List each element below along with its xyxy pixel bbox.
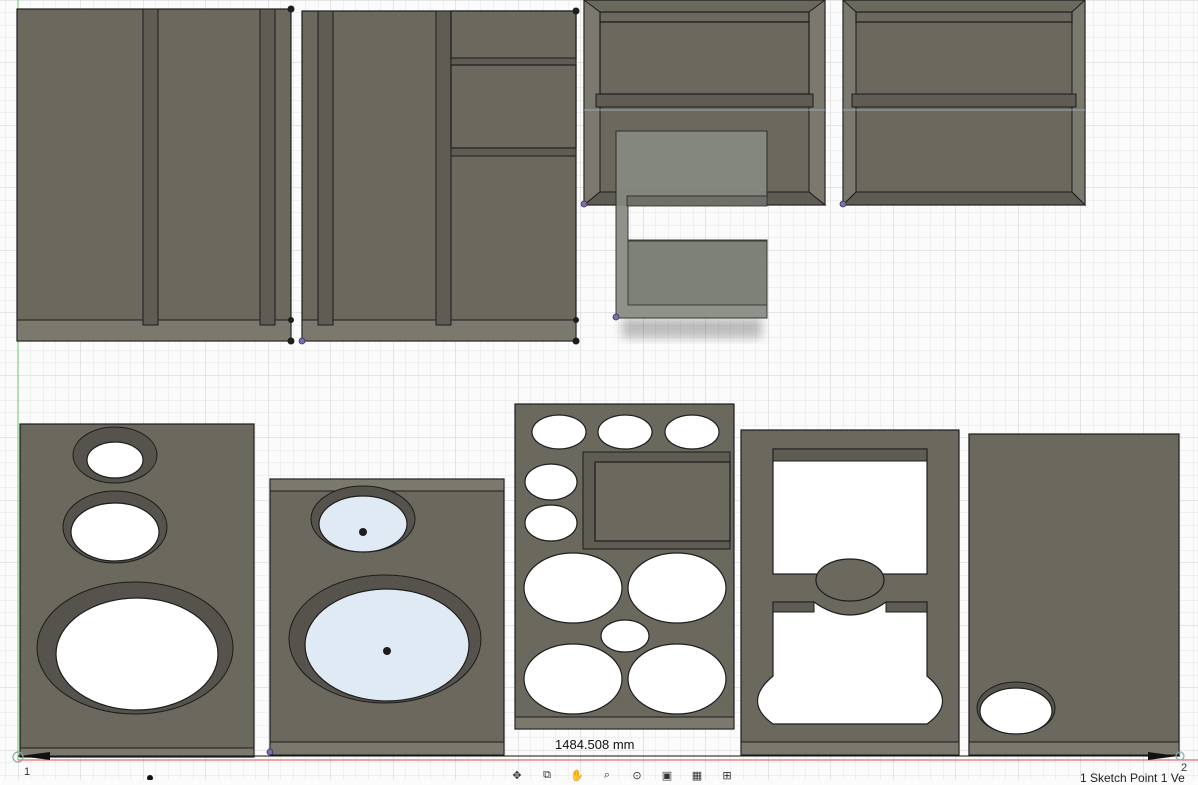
pan-icon[interactable]: ✋ (565, 769, 589, 782)
sketch-point[interactable] (612, 313, 620, 321)
part-front-baffle-3-hole[interactable] (19, 423, 255, 758)
display-settings-icon[interactable]: ▣ (655, 769, 679, 782)
part-back-panel-port[interactable] (968, 433, 1180, 756)
sketch-point[interactable] (573, 317, 579, 323)
sketch-point[interactable] (287, 5, 295, 13)
orbit-icon[interactable]: ✥ (505, 769, 529, 782)
sketch-point[interactable] (298, 337, 306, 345)
selection-status-text: 1 Sketch Point 1 Ve (1080, 771, 1185, 785)
part-shelf-box-right[interactable] (841, 0, 1087, 207)
part-back-panel-left[interactable] (16, 8, 292, 342)
part-hole-template-panel[interactable] (514, 403, 735, 730)
sketch-point[interactable] (266, 748, 274, 756)
axis-point-label-left: 1 (24, 766, 31, 778)
viewports-icon[interactable]: ⊞ (715, 769, 739, 782)
sketch-point[interactable] (288, 317, 294, 323)
dimension-value-label[interactable]: 1484.508 mm (555, 737, 635, 752)
fit-icon[interactable]: ⊙ (625, 769, 649, 782)
grid-settings-icon[interactable]: ▦ (685, 769, 709, 782)
sketch-point[interactable] (572, 7, 580, 15)
sketch-point[interactable] (580, 200, 588, 208)
look-at-icon[interactable]: ⧉ (535, 768, 559, 781)
zoom-icon[interactable]: ⌕ (595, 768, 619, 781)
sketch-point[interactable] (572, 337, 580, 345)
sketch-point[interactable] (839, 200, 847, 208)
part-side-panel-compartments[interactable] (301, 10, 577, 342)
part-front-baffle-selected[interactable] (269, 478, 505, 756)
sketch-point[interactable] (287, 337, 295, 345)
canvas-viewport[interactable] (0, 0, 1198, 780)
part-frame-panel[interactable] (740, 429, 960, 756)
